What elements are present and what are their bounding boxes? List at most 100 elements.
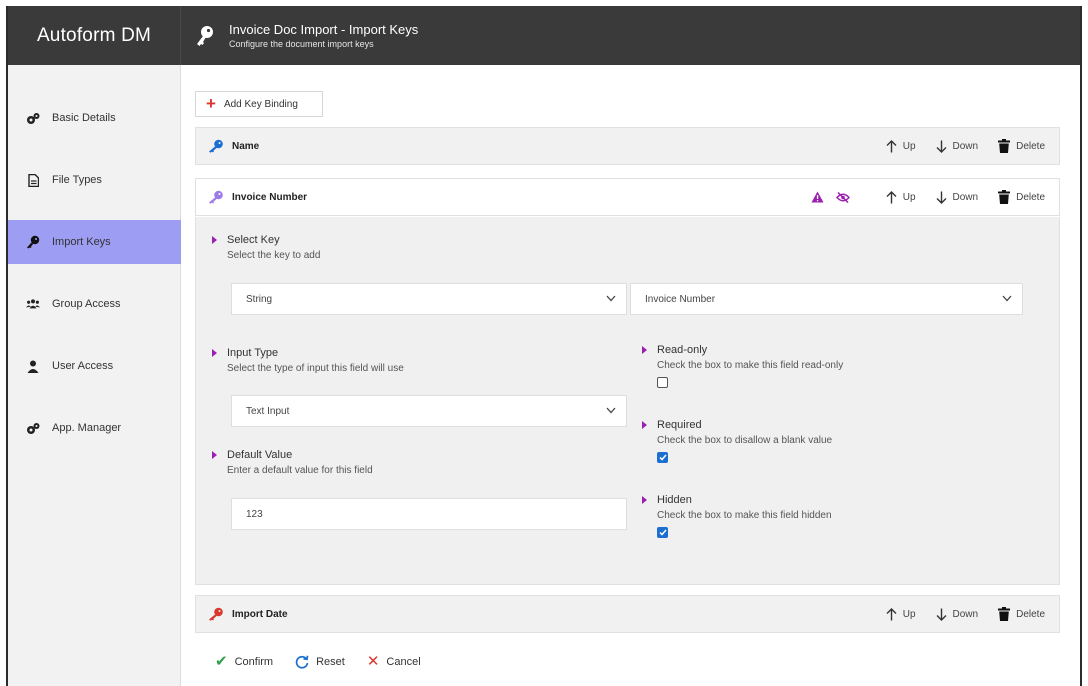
up-button[interactable]: Up	[886, 607, 916, 621]
key-icon	[197, 25, 213, 46]
top-bar: Autoform DM Invoice Doc Import - Import …	[8, 6, 1080, 65]
confirm-label: Confirm	[234, 656, 274, 668]
row-actions: Up Down Delete	[866, 128, 1045, 164]
hidden-section: Hidden Check the box to make this field …	[642, 494, 832, 538]
plus-icon: +	[206, 94, 216, 113]
key-row-invoice-number[interactable]: Invoice Number Up Down Delete	[195, 178, 1060, 216]
row-actions: Up Down Delete	[811, 179, 1045, 215]
sidebar-item-group-access[interactable]: Group Access	[8, 282, 181, 326]
default-value-section: Default Value Enter a default value for …	[212, 449, 373, 476]
row-actions: Up Down Delete	[866, 596, 1045, 632]
page-title: Invoice Doc Import - Import Keys	[229, 21, 419, 37]
check-icon: ✔	[215, 653, 228, 670]
key-type-value: String	[246, 293, 273, 305]
down-button[interactable]: Down	[936, 191, 978, 204]
reset-button[interactable]: Reset	[295, 655, 345, 669]
sidebar-item-user-access[interactable]: User Access	[8, 344, 181, 388]
default-value-text: 123	[246, 508, 263, 520]
sidebar-item-label: File Types	[52, 174, 102, 186]
arrow-down-icon	[936, 140, 947, 153]
app-name: Autoform DM	[8, 6, 181, 65]
app-window: Autoform DM Invoice Doc Import - Import …	[6, 6, 1082, 686]
warning-icon	[811, 191, 824, 203]
delete-button[interactable]: Delete	[998, 607, 1045, 621]
reset-label: Reset	[316, 656, 345, 668]
eye-slash-icon	[835, 191, 850, 203]
trash-icon	[998, 139, 1011, 153]
user-icon	[26, 359, 40, 373]
hidden-checkbox[interactable]	[657, 527, 668, 538]
page-subtitle: Configure the document import keys	[229, 38, 374, 49]
select-key-section: Select Key Select the key to add	[212, 234, 320, 261]
section-title: Default Value	[227, 449, 293, 461]
key-name-select[interactable]: Invoice Number	[630, 283, 1023, 315]
input-type-section: Input Type Select the type of input this…	[212, 347, 404, 374]
default-value-input[interactable]: 123	[231, 498, 627, 530]
caret-right-icon	[642, 421, 647, 429]
up-label: Up	[902, 608, 916, 620]
down-button[interactable]: Down	[936, 140, 979, 153]
chevron-down-icon	[606, 295, 616, 302]
up-button[interactable]: Up	[886, 139, 916, 153]
chevron-down-icon	[1002, 295, 1012, 302]
confirm-button[interactable]: ✔ Confirm	[215, 653, 274, 670]
arrow-down-icon	[936, 191, 947, 204]
delete-button[interactable]: Delete	[998, 190, 1045, 204]
section-description: Check the box to make this field read-on…	[657, 360, 844, 371]
section-description: Check the box to make this field hidden	[657, 510, 832, 521]
up-label: Up	[902, 140, 916, 152]
close-icon: ✕	[366, 653, 380, 670]
delete-button[interactable]: Delete	[998, 139, 1045, 153]
section-description: Check the box to disallow a blank value	[657, 435, 833, 446]
caret-right-icon	[212, 349, 217, 357]
check-icon	[658, 529, 667, 536]
up-button[interactable]: Up	[886, 190, 916, 204]
key-row-name[interactable]: Name Up Down Delete	[195, 127, 1060, 165]
down-button[interactable]: Down	[936, 608, 978, 621]
delete-label: Delete	[1016, 608, 1045, 620]
input-type-select[interactable]: Text Input	[231, 395, 627, 427]
sidebar-item-basic-details[interactable]: Basic Details	[8, 96, 181, 140]
sidebar-item-app-manager[interactable]: App. Manager	[8, 406, 181, 450]
key-name: Name	[232, 140, 260, 152]
sidebar-item-import-keys[interactable]: Import Keys	[8, 220, 181, 264]
section-title: Read-only	[657, 344, 708, 356]
read-only-checkbox[interactable]	[657, 377, 668, 388]
sidebar-item-label: Import Keys	[52, 236, 111, 248]
trash-icon	[998, 607, 1011, 621]
arrow-up-icon	[886, 190, 897, 203]
key-icon	[209, 190, 223, 204]
sidebar-item-label: User Access	[52, 360, 114, 372]
key-name: Invoice Number	[232, 191, 308, 203]
sidebar-item-label: Group Access	[52, 298, 121, 310]
caret-right-icon	[642, 496, 647, 504]
add-key-binding-label: Add Key Binding	[223, 98, 298, 110]
section-title: Required	[657, 419, 702, 431]
down-label: Down	[952, 140, 979, 152]
input-type-value: Text Input	[246, 405, 290, 417]
cancel-button[interactable]: ✕ Cancel	[366, 653, 421, 670]
check-icon	[658, 454, 667, 461]
required-section: Required Check the box to disallow a bla…	[642, 419, 832, 463]
read-only-section: Read-only Check the box to make this fie…	[642, 344, 843, 388]
section-description: Enter a default value for this field	[227, 465, 373, 476]
delete-label: Delete	[1016, 191, 1045, 203]
key-detail-panel: Select Key Select the key to add String …	[195, 217, 1060, 585]
section-title: Input Type	[227, 347, 279, 359]
sidebar-item-file-types[interactable]: File Types	[8, 158, 181, 202]
arrow-down-icon	[936, 608, 947, 621]
trash-icon	[998, 190, 1011, 204]
cogs-icon	[26, 421, 40, 435]
add-key-binding-button[interactable]: + Add Key Binding	[195, 91, 323, 117]
section-description: Select the key to add	[227, 250, 321, 261]
key-type-select[interactable]: String	[231, 283, 627, 315]
refresh-icon	[295, 655, 309, 669]
key-name: Import Date	[232, 608, 288, 620]
key-row-import-date[interactable]: Import Date Up Down Delete	[195, 595, 1060, 633]
required-checkbox[interactable]	[657, 452, 668, 463]
sidebar-item-label: App. Manager	[52, 422, 122, 434]
key-name-value: Invoice Number	[645, 293, 716, 305]
caret-right-icon	[212, 451, 217, 459]
caret-right-icon	[212, 236, 217, 244]
key-icon	[209, 607, 223, 621]
